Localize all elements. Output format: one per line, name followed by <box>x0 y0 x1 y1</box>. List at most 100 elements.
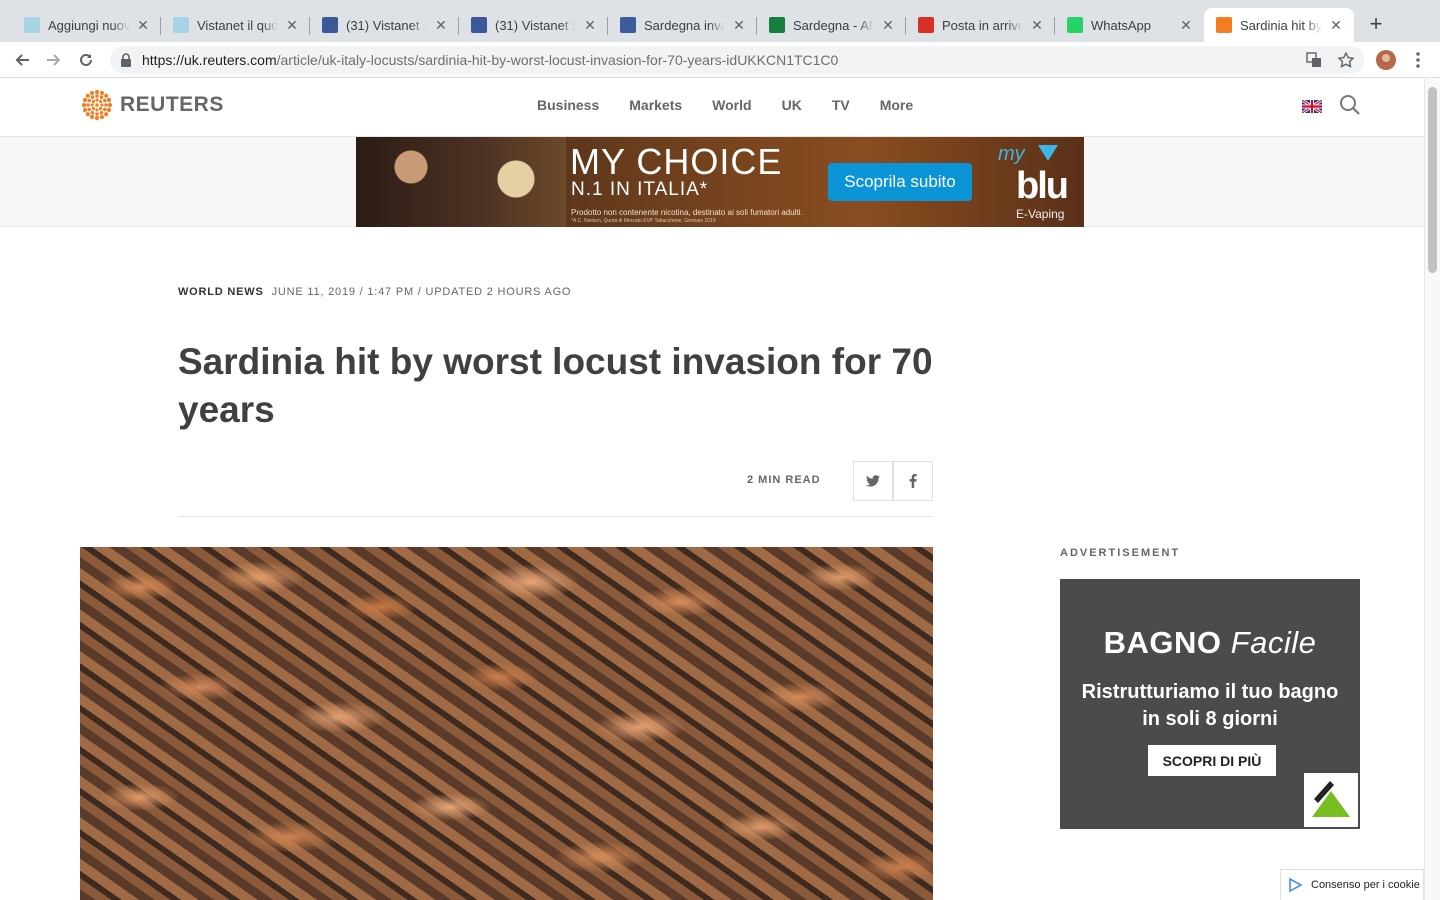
uk-flag-icon[interactable] <box>1302 100 1322 113</box>
tab-title: (31) Vistanet Sardegna <box>495 17 576 33</box>
advertisement-label: ADVERTISEMENT <box>1060 547 1181 559</box>
reload-button[interactable] <box>74 48 98 72</box>
leroy-merlin-icon <box>1312 781 1350 817</box>
nav-business[interactable]: Business <box>537 97 599 113</box>
ad-copy-line-1: Ristrutturiamo il tuo bagno <box>1081 681 1339 703</box>
browser-tab[interactable]: WhatsApp ✕ <box>1055 8 1204 42</box>
tab-title: Posta in arrivo <box>942 17 1023 33</box>
back-button[interactable] <box>10 48 34 72</box>
close-tab-icon[interactable]: ✕ <box>135 17 151 34</box>
site-header: REUTERS Business Markets World UK TV Mor… <box>0 79 1424 137</box>
bookmark-star-button[interactable] <box>1336 50 1356 70</box>
nav-world[interactable]: World <box>712 97 751 113</box>
forward-button[interactable] <box>42 48 66 72</box>
article-hero-image[interactable] <box>80 547 933 900</box>
share-facebook-button[interactable] <box>893 461 933 501</box>
close-tab-icon[interactable]: ✕ <box>284 17 300 34</box>
browser-tab[interactable]: Sardinia hit by worst ✕ <box>1204 8 1354 42</box>
lock-icon <box>121 53 131 67</box>
browser-tab[interactable]: (31) Vistanet - Home ✕ <box>310 8 459 42</box>
bagnofacile-logo: BAGNO Facile <box>1060 625 1360 661</box>
browser-menu-button[interactable] <box>1408 50 1428 70</box>
section-link[interactable]: WORLD NEWS <box>178 286 264 298</box>
close-tab-icon[interactable]: ✕ <box>1178 17 1194 34</box>
close-tab-icon[interactable]: ✕ <box>880 17 896 34</box>
play-triangle-icon <box>1289 877 1303 893</box>
facebook-icon <box>322 17 338 33</box>
tab-strip: Aggiungi nuovo✕Vistanet il quotidiano✕(3… <box>0 0 1440 42</box>
close-tab-icon[interactable]: ✕ <box>731 17 747 34</box>
tab-title: Sardegna invasione <box>644 17 725 33</box>
cookie-consent-button[interactable]: Consenso per i cookie <box>1280 869 1424 900</box>
sidebar-ad-cta[interactable]: SCOPRI DI PIÙ <box>1148 745 1276 776</box>
arrow-left-icon <box>15 54 29 66</box>
star-icon <box>1338 52 1354 68</box>
reload-icon <box>80 53 92 66</box>
reuters-logo[interactable]: REUTERS <box>80 88 224 122</box>
tab-title: (31) Vistanet - Home <box>346 17 427 33</box>
tab-title: Sardinia hit by worst <box>1240 17 1322 33</box>
myblu-logo: my blu E-Vaping <box>998 143 1078 223</box>
facebook-icon <box>909 474 917 488</box>
unione-icon <box>620 17 636 33</box>
browser-tab[interactable]: Sardegna invasione ✕ <box>608 8 757 42</box>
profile-avatar[interactable] <box>1376 50 1396 70</box>
tab-title: Vistanet il quotidiano <box>197 17 278 33</box>
logo-text: REUTERS <box>120 93 224 116</box>
nav-tv[interactable]: TV <box>832 97 850 113</box>
tab-title: Aggiungi nuovo <box>48 17 129 33</box>
browser-tab[interactable]: Sardegna - ANSA ✕ <box>757 8 906 42</box>
brand-facile: Facile <box>1230 625 1317 660</box>
gmail-icon <box>918 17 934 33</box>
ad-cta-button[interactable]: Scoprila subito <box>828 163 972 201</box>
web-page: REUTERS Business Markets World UK TV Mor… <box>0 79 1424 900</box>
browser-toolbar: https://uk.reuters.com/article/uk-italy-… <box>0 42 1440 78</box>
ad-subline: N.1 IN ITALIA* <box>571 179 709 200</box>
nav-uk[interactable]: UK <box>782 97 802 113</box>
browser-tab[interactable]: Vistanet il quotidiano ✕ <box>161 8 310 42</box>
translate-icon <box>1306 52 1321 67</box>
close-tab-icon[interactable]: ✕ <box>582 17 598 34</box>
sidebar-ad[interactable]: BAGNO Facile Ristrutturiamo il tuo bagno… <box>1060 579 1360 829</box>
scrollbar-thumb[interactable] <box>1428 87 1437 273</box>
share-twitter-button[interactable] <box>853 461 893 501</box>
browser-tab[interactable]: Posta in arrivo ✕ <box>906 8 1055 42</box>
browser-tab[interactable]: (31) Vistanet Sardegna ✕ <box>459 8 608 42</box>
reuters-dots-icon <box>81 89 113 121</box>
article-meta: WORLD NEWS JUNE 11, 2019 / 1:47 PM / UPDA… <box>178 286 571 298</box>
top-banner-ad[interactable]: MY CHOICE N.1 IN ITALIA* Prodotto non co… <box>356 137 1084 227</box>
dateline: JUNE 11, 2019 / 1:47 PM / UPDATED 2 HOUR… <box>271 286 572 298</box>
arrow-right-icon <box>47 54 61 66</box>
facebook-icon <box>471 17 487 33</box>
nav-more[interactable]: More <box>880 97 913 113</box>
ad-fineprint-source: *A.C. Nielsen, Quota di Mercato EVP Taba… <box>571 218 716 224</box>
address-bar[interactable]: https://uk.reuters.com/article/uk-italy-… <box>110 46 1364 74</box>
ad-fineprint: Prodotto non contenente nicotina, destin… <box>571 208 803 217</box>
article-headline: Sardinia hit by worst locust invasion fo… <box>178 341 933 430</box>
kebab-menu-icon <box>1416 52 1420 68</box>
new-tab-button[interactable]: + <box>1364 13 1388 37</box>
url-path: /article/uk-italy-locusts/sardinia-hit-b… <box>276 52 839 68</box>
triangle-icon <box>1038 145 1058 161</box>
vistanet-icon <box>24 17 40 33</box>
ad-people-image <box>356 137 566 227</box>
close-tab-icon[interactable]: ✕ <box>1328 17 1344 34</box>
tab-title: WhatsApp <box>1091 17 1151 33</box>
page-scrollbar[interactable] <box>1424 79 1440 900</box>
myblu-tag: E-Vaping <box>1016 207 1065 221</box>
whatsapp-icon <box>1067 17 1083 33</box>
main-nav: Business Markets World UK TV More <box>537 97 943 113</box>
ansa-icon <box>769 17 785 33</box>
myblu-blu: blu <box>1016 165 1069 207</box>
vistanet-icon <box>173 17 189 33</box>
nav-markets[interactable]: Markets <box>629 97 682 113</box>
url-host: https://uk.reuters.com <box>142 52 277 68</box>
close-tab-icon[interactable]: ✕ <box>1029 17 1045 34</box>
browser-tab[interactable]: Aggiungi nuovo ✕ <box>12 8 161 42</box>
reuters-icon <box>1216 17 1232 33</box>
translate-button[interactable] <box>1304 50 1324 70</box>
leroy-merlin-logo <box>1304 773 1358 827</box>
search-icon[interactable] <box>1339 94 1361 116</box>
close-tab-icon[interactable]: ✕ <box>433 17 449 34</box>
ad-headline: MY CHOICE <box>570 141 783 182</box>
